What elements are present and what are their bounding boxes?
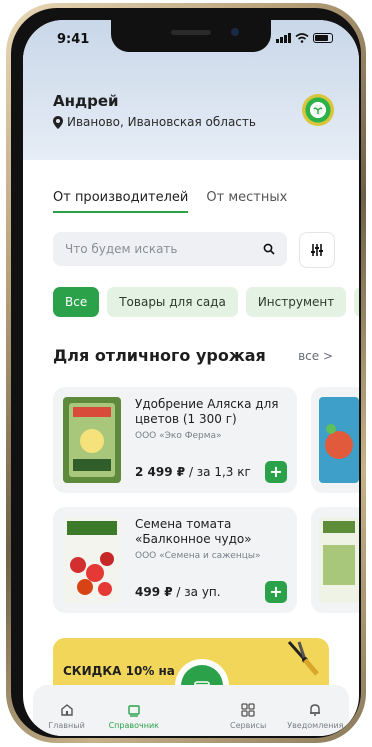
chip-more[interactable] (354, 287, 359, 317)
product-price-unit: / за 1,3 кг (188, 465, 251, 479)
product-vendor: ООО «Семена и саженцы» (135, 551, 261, 561)
location-pin-icon (53, 115, 63, 129)
home-icon (60, 704, 73, 716)
search-placeholder: Что будем искать (65, 242, 178, 256)
product-title: Удобрение Аляска для цветов (1 300 г) (135, 397, 279, 426)
product-price: 2 499 ₽ / за 1,3 кг (135, 465, 251, 479)
wifi-icon (295, 33, 309, 43)
product-card[interactable]: Семена томата «Балконное чудо» ООО «Семе… (53, 507, 297, 613)
user-name: Андрей (53, 92, 119, 110)
app-screen: 9:41 Андрей Иваново, Ивановская область … (23, 20, 359, 736)
chip-tools[interactable]: Инструмент (245, 287, 347, 317)
product-image-peek (319, 517, 359, 603)
nav-services[interactable]: Сервисы (218, 703, 278, 736)
product-image-tomato-seeds (63, 517, 121, 603)
nav-notifications[interactable]: Уведомления (285, 703, 345, 736)
product-title: Семена томата «Балконное чудо» (135, 517, 252, 546)
product-price-value: 2 499 ₽ (135, 465, 186, 479)
see-all-link[interactable]: все > (298, 349, 333, 363)
location[interactable]: Иваново, Ивановская область (53, 115, 256, 129)
nav-center-spacer (171, 730, 211, 736)
phone-frame: 9:41 Андрей Иваново, Ивановская область … (6, 3, 366, 743)
battery-icon (313, 33, 333, 43)
directory-icon (128, 705, 140, 717)
bottom-nav: Главный Справочник Сервисы Уведомления (33, 685, 349, 736)
add-to-cart-button[interactable]: + (265, 461, 287, 483)
filter-button[interactable] (299, 232, 335, 268)
location-label: Иваново, Ивановская область (67, 115, 256, 129)
nav-home[interactable]: Главный (37, 703, 97, 736)
product-price: 499 ₽ / за уп. (135, 585, 221, 599)
promo-banner-text: СКИДКА 10% на (63, 664, 175, 678)
nav-directory[interactable]: Справочник (104, 703, 164, 736)
product-image-peek (319, 397, 359, 483)
pruner-icon (287, 641, 319, 676)
category-chips: Все Товары для сада Инструмент (53, 287, 359, 317)
nav-directory-label: Справочник (108, 721, 159, 730)
status-icons (276, 33, 333, 43)
notch (111, 20, 271, 52)
camera (231, 28, 239, 36)
signal-icon (276, 33, 291, 43)
plus-icon: + (269, 582, 283, 601)
chip-all[interactable]: Все (53, 287, 100, 317)
avatar[interactable] (302, 94, 334, 126)
product-image-fertilizer (63, 397, 121, 483)
grid-icon (241, 703, 255, 717)
product-card[interactable]: Удобрение Аляска для цветов (1 300 г) ОО… (53, 387, 297, 493)
plus-icon: + (269, 462, 283, 481)
product-price-value: 499 ₽ (135, 585, 173, 599)
tabs: От производителей От местных (53, 190, 287, 213)
search-icon (263, 243, 275, 255)
product-price-unit: / за уп. (176, 585, 221, 599)
filter-icon (311, 244, 323, 256)
phone-bezel: 9:41 Андрей Иваново, Ивановская область … (11, 8, 361, 738)
add-to-cart-button[interactable]: + (265, 581, 287, 603)
tab-local[interactable]: От местных (206, 190, 287, 213)
speaker (171, 30, 211, 35)
nav-home-label: Главный (48, 721, 85, 730)
search-input[interactable]: Что будем искать (53, 232, 287, 266)
status-time: 9:41 (57, 32, 90, 47)
product-card-peek[interactable] (311, 507, 359, 613)
chip-garden[interactable]: Товары для сада (107, 287, 238, 317)
nav-notifications-label: Уведомления (287, 721, 344, 730)
product-card-peek[interactable] (311, 387, 359, 493)
avatar-plant-icon (313, 105, 323, 115)
nav-services-label: Сервисы (230, 721, 267, 730)
product-vendor: ООО «Эко Ферма» (135, 431, 222, 441)
bell-icon (310, 704, 321, 716)
section-title: Для отличного урожая (53, 346, 266, 365)
tab-manufacturers[interactable]: От производителей (53, 190, 189, 213)
